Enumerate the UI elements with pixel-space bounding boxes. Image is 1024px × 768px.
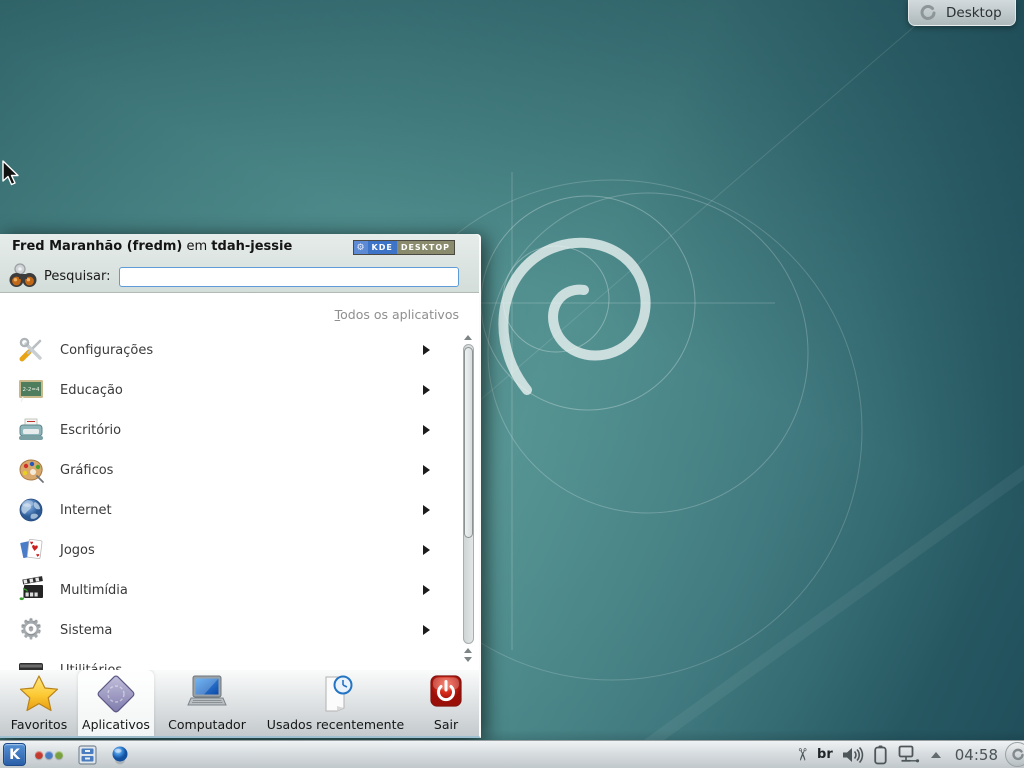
kde-gear-icon: ⚙: [354, 241, 368, 254]
scroll-up-icon[interactable]: [464, 335, 472, 340]
search-label: Pesquisar:: [44, 269, 111, 284]
list-scrollbar[interactable]: [461, 333, 475, 664]
kickoff-header: Fred Maranhão (fredm) em tdah-jessie ⚙ K…: [0, 234, 479, 293]
kde-desktop-badge: ⚙ KDE DESKTOP: [353, 240, 456, 255]
submenu-arrow-icon: [423, 545, 430, 555]
host-name: tdah-jessie: [211, 239, 292, 254]
tab-computador[interactable]: Computador: [154, 670, 260, 736]
bottom-panel: K ✂ br: [0, 740, 1024, 768]
tab-aplicativos[interactable]: Aplicativos: [78, 670, 154, 736]
plasma-cashew-icon: [1011, 748, 1024, 762]
breadcrumb[interactable]: Todos os aplicativos: [335, 307, 459, 322]
kickoff-launcher-popup: Fred Maranhão (fredm) em tdah-jessie ⚙ K…: [0, 234, 481, 738]
submenu-arrow-icon: [423, 425, 430, 435]
binoculars-search-icon: [8, 262, 38, 292]
menu-item-escritorio[interactable]: Escritório: [0, 410, 458, 450]
panel-toolbox-cashew[interactable]: [1005, 742, 1024, 767]
search-input[interactable]: [119, 267, 459, 287]
kde-badge-text: KDE: [368, 241, 397, 254]
tray-expander-arrow-icon[interactable]: [931, 752, 941, 758]
kde-diamond-icon: [93, 672, 139, 716]
pager-dot-blue-icon[interactable]: [45, 751, 53, 759]
network-monitor-icon[interactable]: [896, 745, 920, 764]
activity-pager[interactable]: [35, 751, 63, 759]
submenu-arrow-icon: [423, 585, 430, 595]
menu-item-sistema[interactable]: ⚙ Sistema: [0, 610, 458, 650]
submenu-arrow-icon: [423, 345, 430, 355]
title-connector: em: [182, 239, 211, 254]
search-row: Pesquisar:: [0, 260, 479, 293]
menu-item-utilitarios[interactable]: Utilitários: [0, 650, 458, 670]
tab-sair[interactable]: Sair: [411, 670, 481, 736]
plasma-cashew-icon: [919, 4, 937, 22]
globe-icon: [16, 495, 46, 525]
kickoff-tab-bar: Favoritos Aplicativos: [0, 670, 479, 736]
digital-clock[interactable]: 04:58: [955, 746, 998, 764]
volume-icon[interactable]: [842, 746, 865, 764]
user-host-title: Fred Maranhão (fredm) em tdah-jessie: [12, 239, 292, 254]
submenu-arrow-icon: [423, 505, 430, 515]
clapperboard-note-icon: ♪: [16, 575, 46, 605]
drawer-icon: [16, 655, 46, 670]
submenu-arrow-icon: [423, 385, 430, 395]
paint-palette-icon: [16, 455, 46, 485]
battery-icon[interactable]: [874, 745, 887, 765]
desktop-badge-text: DESKTOP: [397, 241, 454, 254]
klipper-scissors-icon[interactable]: ✂: [792, 747, 809, 761]
keyboard-layout-indicator[interactable]: br: [817, 747, 833, 762]
scrollbar-track[interactable]: [463, 344, 474, 644]
menu-item-jogos[interactable]: ♥ ♥ ♥ Jogos: [0, 530, 458, 570]
submenu-arrow-icon: [423, 625, 430, 635]
crossed-tools-icon: [16, 335, 46, 365]
kde-menu-launcher-button[interactable]: K: [3, 743, 26, 766]
mouse-cursor: [2, 160, 20, 187]
scrollbar-thumb[interactable]: [464, 347, 473, 538]
scroll-down-icon[interactable]: [464, 657, 472, 662]
playing-cards-icon: ♥ ♥ ♥: [16, 535, 46, 565]
system-tray: ✂ br 04:58: [794, 741, 998, 768]
menu-item-multimidia[interactable]: ♪ Multimídia: [0, 570, 458, 610]
power-button-icon: [423, 672, 469, 716]
chalkboard-icon: 2-2=4: [16, 375, 46, 405]
file-cabinet-icon[interactable]: [78, 745, 97, 765]
desktop-toolbox[interactable]: Desktop: [908, 0, 1016, 26]
menu-item-educacao[interactable]: 2-2=4 Educação: [0, 370, 458, 410]
submenu-arrow-icon: [423, 465, 430, 475]
scroll-up-icon[interactable]: [464, 648, 472, 653]
application-list: Todos os aplicativos Configurações 2: [0, 293, 479, 670]
tab-favoritos[interactable]: Favoritos: [0, 670, 78, 736]
menu-item-internet[interactable]: Internet: [0, 490, 458, 530]
tab-usados-recentemente[interactable]: Usados recentemente: [260, 670, 411, 736]
svg-text:♪: ♪: [18, 585, 29, 604]
pager-dot-red-icon[interactable]: [35, 751, 43, 759]
menu-item-graficos[interactable]: Gráficos: [0, 450, 458, 490]
star-icon: [16, 672, 62, 716]
blue-sphere-gear-icon[interactable]: [110, 745, 130, 765]
desktop-toolbox-label: Desktop: [946, 5, 1002, 21]
svg-text:2-2=4: 2-2=4: [22, 387, 40, 393]
recent-document-clock-icon: [313, 672, 359, 716]
pager-dot-green-icon[interactable]: [55, 751, 63, 759]
gear-icon: ⚙: [16, 615, 46, 645]
menu-item-configuracoes[interactable]: Configurações: [0, 330, 458, 370]
laptop-icon: [184, 672, 230, 716]
user-name: Fred Maranhão (fredm): [12, 239, 182, 254]
typewriter-icon: [16, 415, 46, 445]
